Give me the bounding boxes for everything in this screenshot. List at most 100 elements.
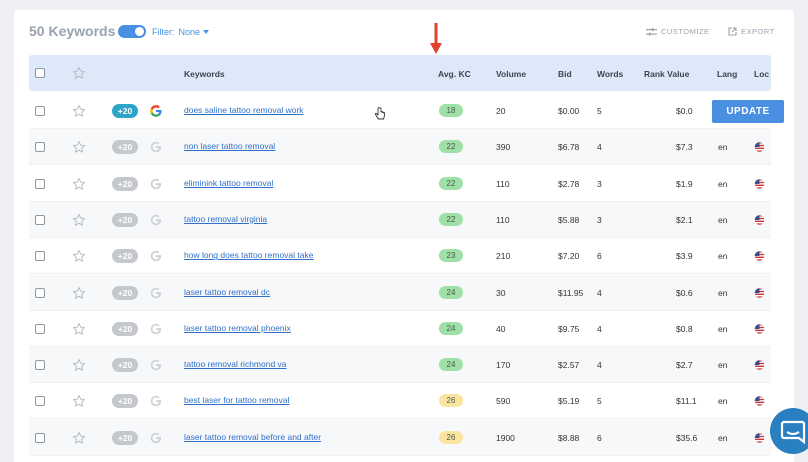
words-cell: 4 [597,287,602,298]
star-icon[interactable] [72,104,86,118]
related-keywords-badge[interactable]: +20 [112,249,138,264]
table-row[interactable]: +20 eliminink tattoo removal 22 110 $2.78 3 $1… [29,166,771,202]
column-words[interactable]: Words [597,69,623,79]
star-icon[interactable] [72,286,86,300]
star-icon[interactable] [72,431,86,445]
google-icon[interactable] [149,177,163,191]
keyword-link[interactable]: best laser for tattoo removal [184,395,289,405]
lang-cell: en [718,178,728,189]
filter-dropdown[interactable]: Filter: None [152,27,210,37]
related-keywords-badge[interactable]: +20 [112,140,138,155]
star-icon[interactable] [72,140,86,154]
keyword-link[interactable]: tattoo removal richmond va [184,359,287,369]
row-checkbox[interactable] [35,178,45,189]
related-keywords-badge[interactable]: +20 [112,285,138,300]
table-row[interactable]: +20 tattoo removal richmond va 24 170 $2.57 4… [29,347,771,384]
column-bid[interactable]: Bid [558,69,572,79]
related-keywords-badge[interactable]: +20 [112,358,138,373]
star-icon[interactable] [72,394,86,408]
star-icon[interactable] [72,177,86,191]
google-icon[interactable] [149,286,163,300]
table-row[interactable]: +20 laser tattoo removal before and after… [29,419,771,456]
row-checkbox[interactable] [35,214,45,225]
kc-badge: 22 [439,176,463,190]
google-icon[interactable] [149,104,163,118]
google-icon[interactable] [149,249,163,263]
keyword-link[interactable]: how long does tattoo removal take [184,250,313,260]
column-loc[interactable]: Loc [754,69,769,79]
table-row[interactable]: +20 laser tattoo removal dc 24 30 $11.95 4 $0.… [29,274,771,311]
kc-badge: 24 [439,321,463,335]
row-checkbox[interactable] [35,396,45,407]
filter-label: Filter: [152,27,175,37]
bid-cell: $6.78 [558,142,580,153]
google-icon[interactable] [149,322,163,336]
keyword-link[interactable]: tattoo removal virginia [184,214,267,224]
export-icon [728,27,737,36]
star-icon[interactable] [72,322,86,336]
related-keywords-badge[interactable]: +20 [112,176,138,191]
google-icon[interactable] [149,358,163,372]
us-flag-icon [754,287,765,298]
keyword-link[interactable]: does saline tattoo removal work [184,105,304,115]
table-row[interactable]: +20 non laser tattoo removal 22 390 $6.78 4 $7… [29,129,771,166]
table-row[interactable]: +20 does saline tattoo removal work 18 20 $0… [29,93,784,129]
google-icon[interactable] [149,431,163,445]
star-icon[interactable] [72,66,86,80]
kc-badge: 22 [439,140,463,154]
star-icon[interactable] [72,249,86,263]
bid-cell: $8.88 [558,432,580,443]
row-checkbox[interactable] [35,251,45,262]
select-all-checkbox[interactable] [35,68,45,78]
row-checkbox[interactable] [35,432,45,443]
related-keywords-badge[interactable]: +20 [112,321,138,336]
row-checkbox[interactable] [35,106,45,116]
row-checkbox[interactable] [35,287,45,298]
table-row[interactable]: +20 how long does tattoo removal take 23 21… [29,238,771,275]
column-rank-value[interactable]: Rank Value [644,69,689,79]
column-volume[interactable]: Volume [496,69,526,79]
keyword-link[interactable]: non laser tattoo removal [184,141,275,151]
table-row[interactable]: +20 tattoo removal virginia 22 110 $5.88 3 $2.… [29,201,771,238]
google-icon[interactable] [149,394,163,408]
chat-button[interactable] [770,408,808,454]
related-keywords-badge[interactable]: +20 [112,212,138,227]
column-keywords[interactable]: Keywords [184,69,225,79]
column-lang[interactable]: Lang [717,69,737,79]
related-keywords-badge[interactable]: +20 [112,394,138,409]
words-cell: 5 [597,106,602,116]
lang-cell: en [718,360,728,371]
row-checkbox[interactable] [35,323,45,334]
google-icon[interactable] [149,213,163,227]
update-button[interactable]: UPDATE [712,100,784,123]
keyword-link[interactable]: eliminink tattoo removal [184,178,273,188]
bid-cell: $11.95 [558,287,584,298]
keyword-link[interactable]: laser tattoo removal phoenix [184,323,291,333]
keyword-link[interactable]: laser tattoo removal dc [184,287,270,297]
view-toggle[interactable] [118,25,146,38]
related-keywords-badge[interactable]: +20 [112,430,138,445]
bid-cell: $0.00 [558,106,580,116]
star-icon[interactable] [72,213,86,227]
words-cell: 6 [597,432,602,443]
star-icon[interactable] [72,358,86,372]
us-flag-icon [754,251,765,261]
kc-badge: 26 [439,394,463,408]
row-checkbox[interactable] [35,360,45,371]
customize-button[interactable]: CUSTOMIZE [646,27,710,36]
bid-cell: $5.88 [558,214,580,225]
table-row[interactable]: +20 best laser for tattoo removal 26 590 $5.… [29,383,771,420]
words-cell: 4 [597,142,602,153]
row-checkbox[interactable] [35,142,45,153]
words-cell: 4 [597,360,602,371]
google-icon[interactable] [149,140,163,154]
us-flag-icon [754,178,765,189]
column-avg-kc[interactable]: Avg. KC [438,69,471,79]
related-keywords-badge[interactable]: +20 [112,104,138,118]
words-cell: 6 [597,251,602,262]
chat-icon [780,420,806,445]
export-button[interactable]: EXPORT [728,27,775,36]
table-row[interactable]: +20 laser tattoo removal phoenix 24 40 $9.75… [29,311,771,347]
keyword-link[interactable]: laser tattoo removal before and after [184,432,321,442]
volume-cell: 110 [496,178,510,189]
